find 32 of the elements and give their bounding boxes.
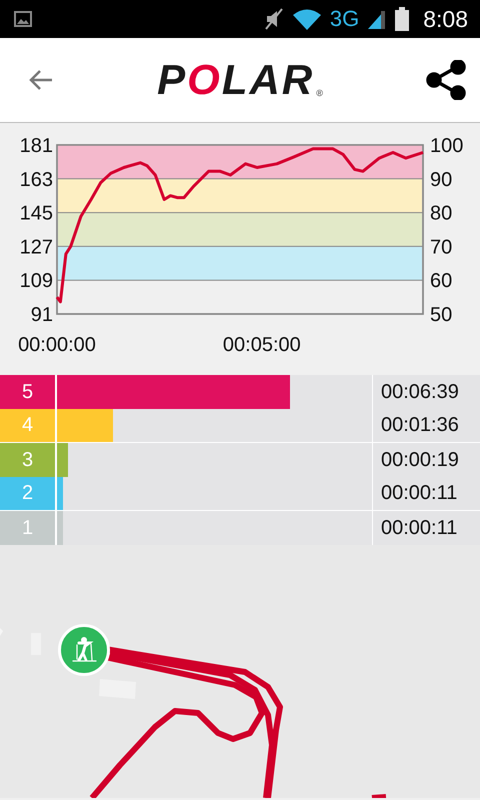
image-icon	[14, 11, 32, 27]
axis-label: 127	[20, 236, 53, 258]
logo: POLAR	[157, 59, 314, 101]
axis-label: 00:00:00	[18, 334, 96, 356]
axis-label: 91	[30, 304, 53, 326]
axis-label: 70	[430, 236, 452, 258]
battery-icon	[395, 7, 410, 31]
zone-time: 00:01:36	[372, 409, 480, 442]
axis-label: 145	[20, 202, 53, 225]
axis-label: 163	[20, 168, 53, 191]
zone-time: 00:00:11	[372, 477, 480, 510]
registered-mark: ®	[316, 88, 323, 98]
network-type: 3G	[330, 6, 360, 32]
axis-label: 90	[430, 168, 452, 191]
zone-label: 5	[0, 375, 57, 409]
mute-icon	[264, 7, 284, 31]
axis-label: 50	[430, 304, 452, 326]
axis-label: 100	[430, 135, 464, 157]
wifi-icon	[292, 8, 322, 30]
axis-label: 109	[20, 270, 53, 292]
zone-label: 1	[0, 511, 57, 545]
zone-label: 4	[0, 409, 57, 442]
axis-label: 00:05:00	[222, 334, 301, 356]
signal-icon	[367, 8, 388, 30]
clock: 8:08	[423, 6, 468, 32]
zone-label: 2	[0, 477, 57, 510]
share-icon[interactable]	[426, 60, 466, 100]
back-icon[interactable]	[28, 68, 54, 92]
axis-label: 60	[430, 270, 452, 292]
axis-label: 80	[430, 202, 452, 225]
axis-label: 181	[20, 135, 53, 157]
zone-label: 3	[0, 443, 57, 477]
